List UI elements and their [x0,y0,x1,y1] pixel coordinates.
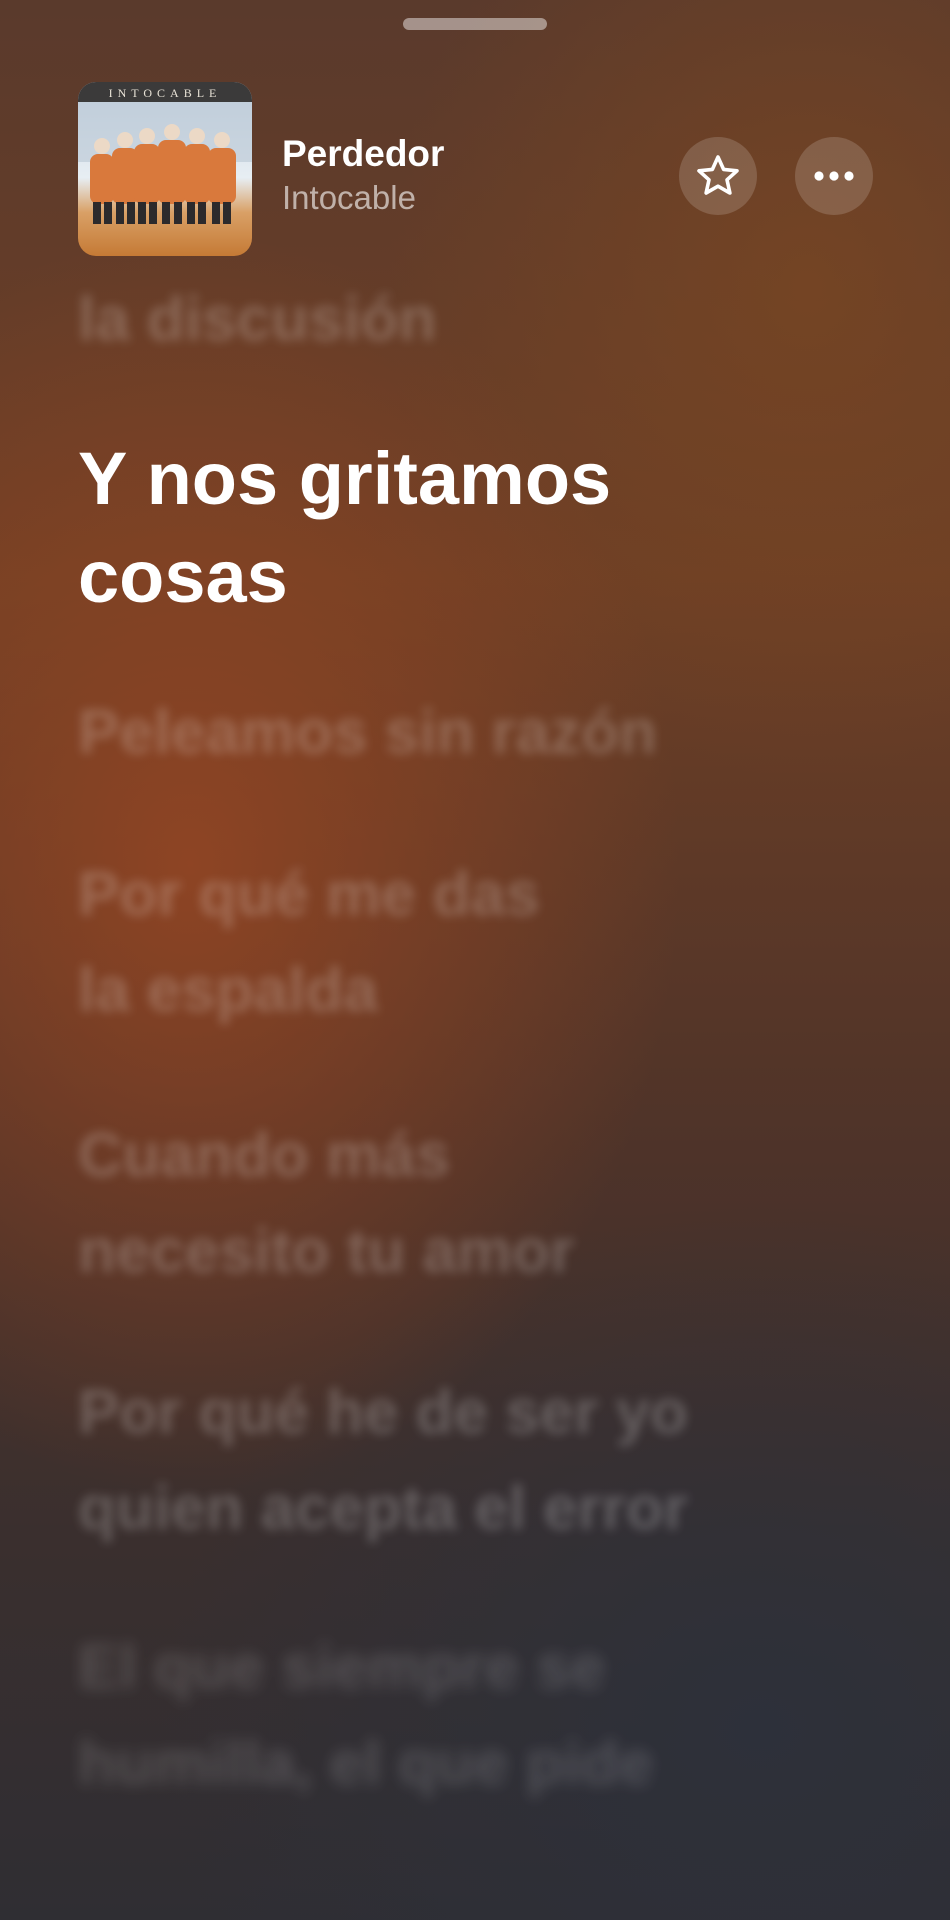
lyric-line-previous[interactable]: la discusión [78,272,878,368]
sheet-grabber-handle[interactable] [403,18,547,30]
lyric-line-upcoming[interactable]: El que siempre se [78,1620,878,1716]
now-playing-header: INTOCABLE Perdedor Intocable [78,82,873,256]
artist-name[interactable]: Intocable [282,176,444,220]
favorite-button[interactable] [679,137,757,215]
more-options-button[interactable] [795,137,873,215]
star-icon [697,155,739,195]
song-title: Perdedor [282,133,445,174]
album-artwork-image: INTOCABLE [78,82,252,256]
lyric-line-upcoming[interactable]: quien acepta el error [78,1461,878,1557]
ellipsis-icon [814,171,854,181]
song-info: Perdedor Intocable [282,132,444,220]
lyric-line-upcoming[interactable]: necesito tu amor [78,1204,878,1300]
album-artwork[interactable]: INTOCABLE [78,82,252,256]
lyric-line-current-1[interactable]: Y nos gritamos [78,430,878,528]
lyric-line-upcoming[interactable]: humilla, el que pide [78,1716,878,1812]
svg-text:INTOCABLE: INTOCABLE [109,86,222,100]
lyric-line-upcoming[interactable]: Peleamos sin razón [78,685,878,781]
lyric-line-current-2[interactable]: cosas [78,528,878,626]
lyric-line-upcoming[interactable]: Por qué me das [78,847,878,943]
lyric-line-upcoming[interactable]: Por qué he de ser yo [78,1365,878,1461]
lyric-line-upcoming[interactable]: Cuando más [78,1108,878,1204]
lyric-line-upcoming[interactable]: la espalda [78,943,878,1039]
